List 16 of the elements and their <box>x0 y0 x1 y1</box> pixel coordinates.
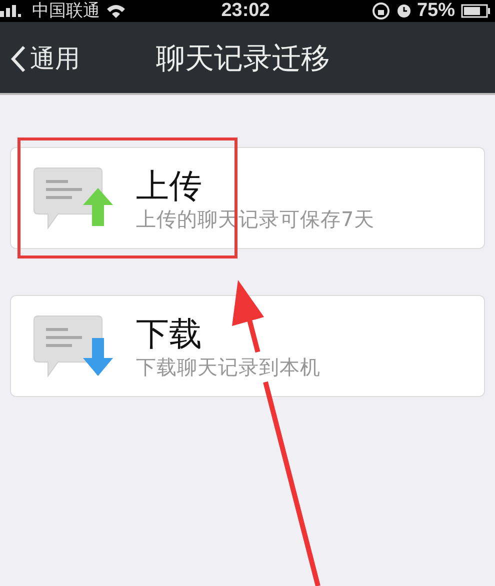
alarm-clock-icon <box>396 4 411 18</box>
page-title: 聊天记录迁移 <box>156 40 330 77</box>
carrier-name: 中国联通 <box>32 0 100 22</box>
option-title: 上传 <box>136 166 203 206</box>
clock-time: 23:02 <box>221 0 270 22</box>
battery-icon <box>461 4 492 18</box>
chat-bubble-down-arrow-icon <box>32 314 116 378</box>
option-description: 下载聊天记录到本机 <box>136 356 320 378</box>
back-chevron-icon <box>10 44 26 72</box>
chat-bubble-up-arrow-icon <box>32 166 116 230</box>
download-option[interactable]: 下载 下载聊天记录到本机 <box>10 295 485 397</box>
back-button[interactable]: 通用 <box>6 38 84 79</box>
option-title: 下载 <box>136 314 203 354</box>
rotation-lock-icon <box>370 2 391 20</box>
wifi-icon <box>106 4 126 18</box>
battery-percent: 75% <box>416 0 456 22</box>
